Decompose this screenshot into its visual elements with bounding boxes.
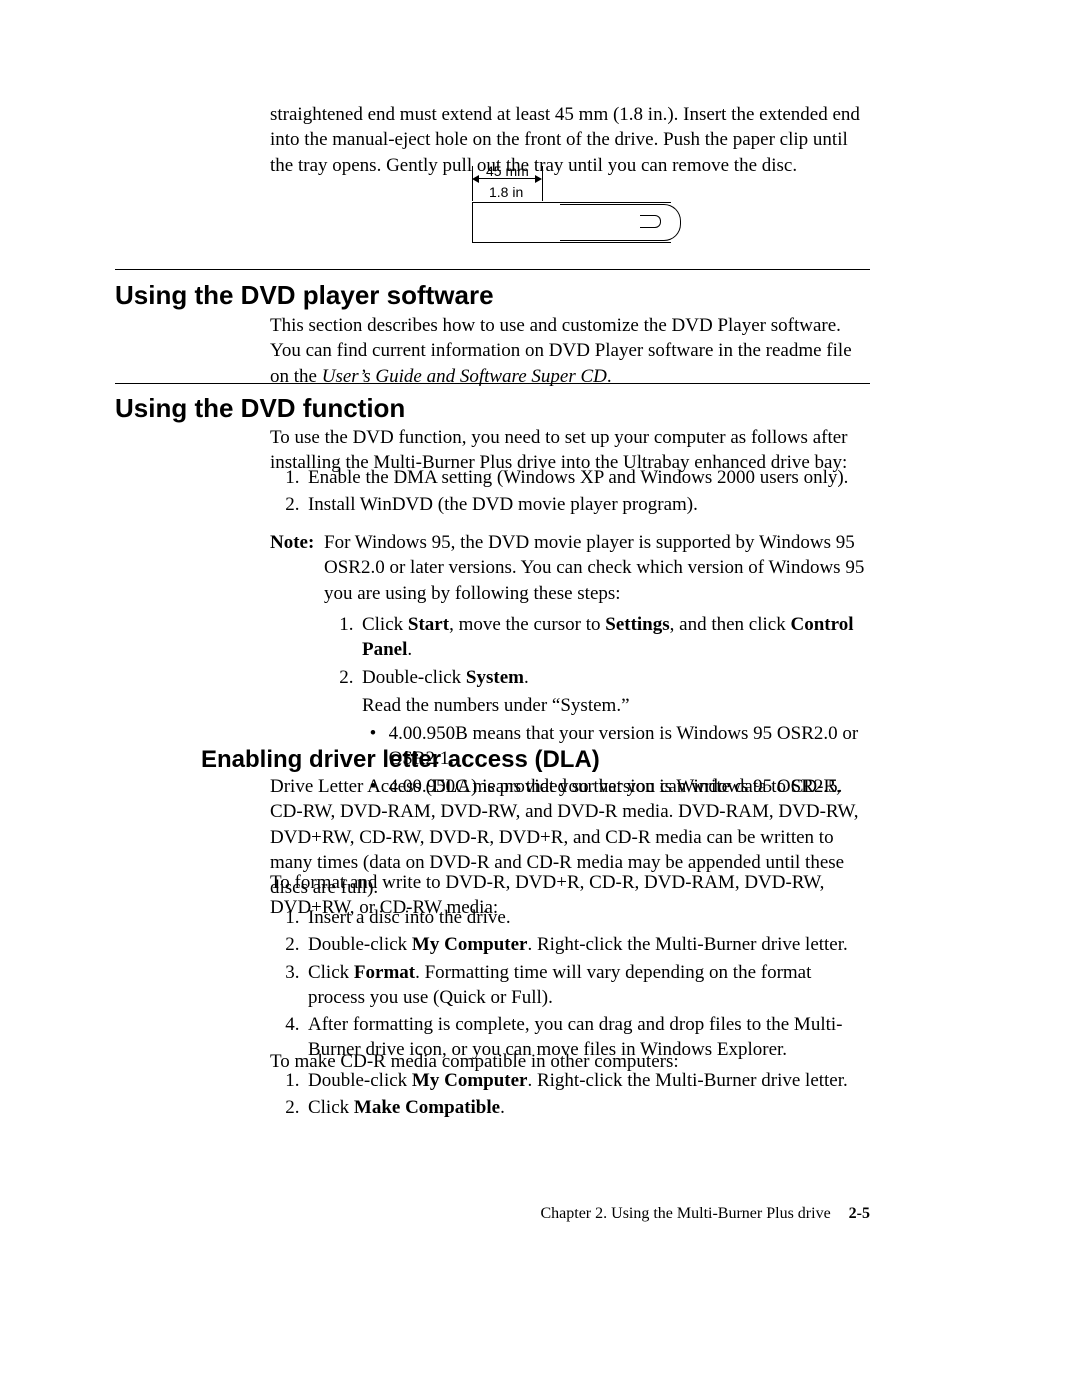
text: . Right-click the Multi-Burner drive let… bbox=[527, 1070, 847, 1091]
text-bold: Make Compatible bbox=[354, 1097, 500, 1118]
steps-dvd-function: Enable the DMA setting (Windows XP and W… bbox=[270, 465, 870, 520]
page-footer: Chapter 2. Using the Multi-Burner Plus d… bbox=[540, 1203, 870, 1224]
text: Double-click bbox=[308, 934, 412, 955]
list-item: Enable the DMA setting (Windows XP and W… bbox=[304, 465, 870, 490]
clip-top-edge bbox=[472, 202, 671, 203]
note-read-line: Read the numbers under “System.” bbox=[362, 693, 870, 718]
list-item: Click Start, move the cursor to Settings… bbox=[358, 612, 870, 663]
text: . bbox=[524, 667, 529, 688]
paperclip-figure: 45 mm 1.8 in bbox=[472, 164, 677, 245]
list-item: Click Make Compatible. bbox=[304, 1095, 870, 1120]
text: Click bbox=[362, 614, 408, 635]
text-bold: Start bbox=[408, 614, 449, 635]
figure-dim-in: 1.8 in bbox=[489, 183, 523, 202]
note-label: Note: bbox=[270, 530, 324, 555]
document-page: straightened end must extend at least 45… bbox=[0, 0, 1080, 1397]
list-item: Insert a disc into the drive. bbox=[304, 905, 870, 930]
text: Click bbox=[308, 962, 354, 983]
text-bold: Format bbox=[354, 962, 415, 983]
text: Double-click bbox=[362, 667, 466, 688]
footer-page-number: 2-5 bbox=[849, 1205, 870, 1222]
tick-right bbox=[542, 166, 543, 201]
clip-bottom-edge bbox=[472, 242, 671, 243]
footer-chapter: Chapter 2. Using the Multi-Burner Plus d… bbox=[540, 1205, 830, 1222]
section-rule bbox=[115, 383, 870, 384]
tick-left bbox=[472, 166, 473, 201]
text: , and then click bbox=[670, 614, 791, 635]
text-bold: Settings bbox=[605, 614, 669, 635]
clip-inner bbox=[640, 215, 661, 228]
arrow-right-icon bbox=[535, 175, 542, 183]
text-bold: My Computer bbox=[412, 1070, 528, 1091]
list-item: Double-click My Computer. Right-click th… bbox=[304, 932, 870, 957]
dimension-line bbox=[475, 178, 539, 179]
text-bold: My Computer bbox=[412, 934, 528, 955]
list-item: Click Format. Formatting time will vary … bbox=[304, 960, 870, 1011]
list-item: Install WinDVD (the DVD movie player pro… bbox=[304, 492, 870, 517]
paragraph-dvd-player-software: This section describes how to use and cu… bbox=[270, 313, 870, 389]
section-rule bbox=[115, 269, 870, 270]
text: . bbox=[500, 1097, 505, 1118]
text-bold: System bbox=[466, 667, 524, 688]
text: Click bbox=[308, 1097, 354, 1118]
steps-dla-a: Insert a disc into the drive. Double-cli… bbox=[270, 905, 870, 1065]
steps-dla-b: Double-click My Computer. Right-click th… bbox=[270, 1068, 870, 1123]
heading-dvd-player-software: Using the DVD player software bbox=[115, 278, 494, 313]
text: . bbox=[407, 639, 412, 660]
list-item: Double-click My Computer. Right-click th… bbox=[304, 1068, 870, 1093]
note-body-text: For Windows 95, the DVD movie player is … bbox=[324, 530, 870, 606]
clip-body bbox=[560, 204, 681, 241]
heading-dla: Enabling driver letter access (DLA) bbox=[201, 744, 600, 776]
text: . Right-click the Multi-Burner drive let… bbox=[527, 934, 847, 955]
heading-dvd-function: Using the DVD function bbox=[115, 391, 405, 426]
clip-left-edge bbox=[472, 202, 473, 242]
text: , move the cursor to bbox=[449, 614, 605, 635]
text: Double-click bbox=[308, 1070, 412, 1091]
